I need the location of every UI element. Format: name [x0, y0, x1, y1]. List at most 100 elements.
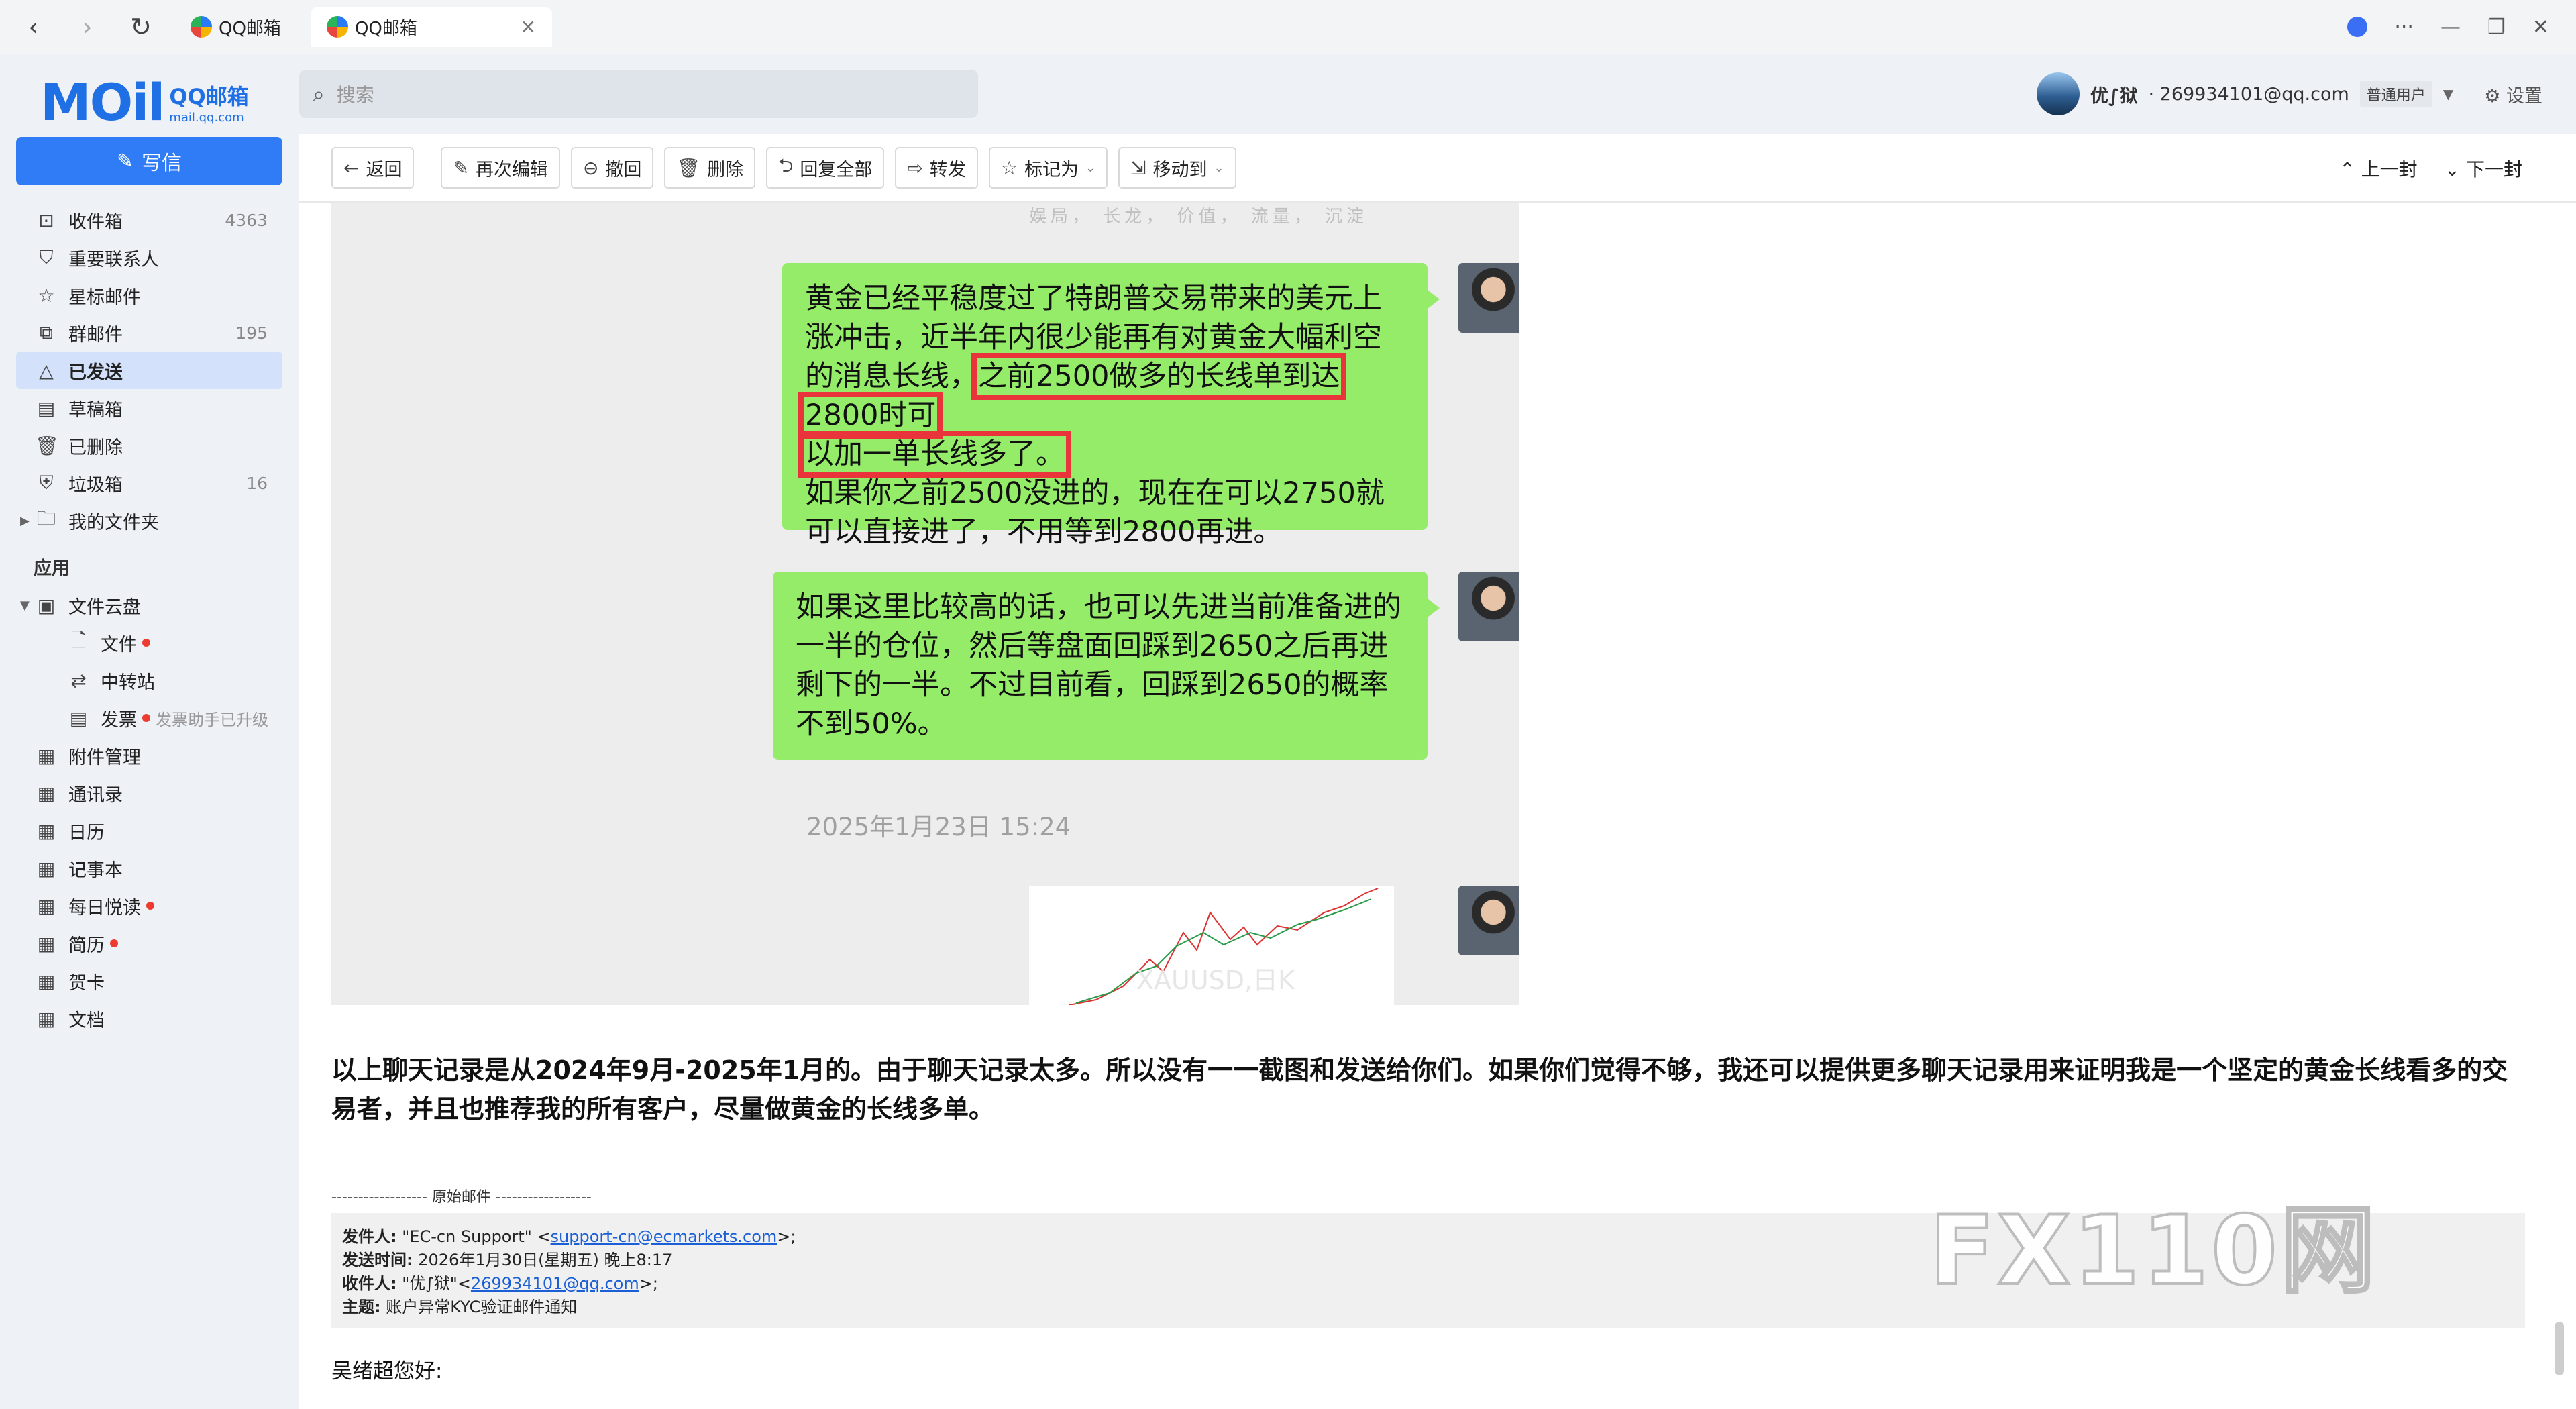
app-label: 每日悦读 — [68, 897, 141, 919]
close-window-icon[interactable]: ✕ — [2532, 15, 2549, 39]
app-docs[interactable]: ▦ 文档 — [16, 1000, 282, 1037]
folder-sent[interactable]: △ 已发送 — [16, 352, 282, 389]
app-calendar[interactable]: ▦ 日历 — [16, 812, 282, 849]
browser-tab[interactable]: QQ邮箱 — [174, 7, 297, 47]
folder-inbox[interactable]: ⊡ 收件箱 4363 — [16, 201, 282, 239]
folder-my-folders[interactable]: ▶ 🗀 我的文件夹 — [16, 502, 282, 539]
forward-arrow-icon[interactable]: › — [67, 7, 107, 47]
contacts-icon: ▦ — [37, 782, 56, 804]
app-label: 发票 — [101, 709, 137, 731]
close-tab-icon[interactable]: ✕ — [520, 16, 535, 38]
recall-button[interactable]: ⊖ 撤回 — [570, 147, 654, 189]
sidebar: MOil QQ邮箱 mail.qq.com ✎ 写信 ⊡ 收件箱 4363 ⛉ … — [0, 54, 299, 1409]
notification-dot — [142, 639, 150, 647]
scrollbar[interactable] — [2555, 1322, 2564, 1375]
account-badge: 普通用户 — [2359, 81, 2432, 107]
qq-mail-logo[interactable]: MOil QQ邮箱 mail.qq.com — [40, 72, 249, 132]
star-icon: ☆ — [38, 284, 55, 307]
original-mail-divider: ------------------ 原始邮件 ----------------… — [331, 1189, 592, 1206]
back-arrow-icon[interactable]: ‹ — [13, 7, 54, 47]
from-email-link[interactable]: support-cn@ecmarkets.com — [551, 1227, 777, 1246]
reload-icon[interactable]: ↻ — [121, 7, 161, 47]
calendar-icon: ▦ — [37, 819, 56, 842]
app-daily-reading[interactable]: ▦ 每日悦读 — [16, 887, 282, 925]
gear-icon: ⚙ — [2484, 85, 2501, 107]
folder-deleted[interactable]: 🗑 已删除 — [16, 427, 282, 464]
expand-caret-icon[interactable]: ▶ — [20, 514, 30, 528]
app-notes[interactable]: ▦ 记事本 — [16, 849, 282, 887]
resume-icon: ▦ — [37, 932, 56, 955]
back-button[interactable]: ← 返回 — [331, 147, 415, 189]
logo-domain: mail.qq.com — [169, 111, 244, 125]
chart-thumbnail-image: XAUUSD,日K — [1029, 886, 1394, 1005]
chevron-down-icon: ⌄ — [1214, 160, 1224, 175]
folder-spam[interactable]: ⛨ 垃圾箱 16 — [16, 464, 282, 502]
apps-section-title: 应用 — [34, 558, 70, 579]
folder-group-mail[interactable]: ⧉ 群邮件 195 — [16, 314, 282, 352]
folder-icon: 🗀 — [36, 507, 56, 529]
sent-icon: △ — [39, 359, 54, 382]
button-label: 移动到 — [1152, 159, 1208, 180]
reading-pane: ← 返回 ✎ 再次编辑 ⊖ 撤回 🗑 删除 ⮌ 回复全部 ⇨ 转发 ☆ 标记为 … — [299, 134, 2576, 1409]
mark-as-dropdown[interactable]: ☆ 标记为 ⌄ — [988, 147, 1108, 189]
chart-label: XAUUSD,日K — [1136, 966, 1295, 995]
app-resume[interactable]: ▦ 简历 — [16, 925, 282, 962]
minimize-icon[interactable]: — — [2440, 15, 2461, 39]
compose-button[interactable]: ✎ 写信 — [16, 137, 282, 185]
chat-timestamp: 2025年1月23日 15:24 — [806, 813, 1071, 841]
chat-avatar — [1458, 263, 1519, 333]
prev-mail-button[interactable]: ⌃ 上一封 — [2339, 155, 2417, 182]
folder-count: 4363 — [225, 210, 268, 230]
invoice-icon: ▤ — [69, 707, 88, 729]
reply-all-button[interactable]: ⮌ 回复全部 — [765, 147, 885, 189]
chat-text: 如果你之前2500没进的，现在在可以2750就可以直接进了，不用等到2800再进… — [805, 476, 1385, 549]
app-invoice[interactable]: ▤ 发票 发票助手已升级 — [16, 699, 282, 737]
app-greeting-card[interactable]: ▦ 贺卡 — [16, 962, 282, 1000]
card-icon: ▦ — [37, 970, 56, 992]
mail-pager: ⌃ 上一封 ⌄ 下一封 — [2339, 134, 2522, 203]
reedit-button[interactable]: ✎ 再次编辑 — [441, 147, 560, 189]
label: 收件人: — [342, 1274, 397, 1293]
folder-important-contacts[interactable]: ⛉ 重要联系人 — [16, 239, 282, 276]
restore-icon[interactable]: ❐ — [2487, 15, 2506, 39]
folder-starred[interactable]: ☆ 星标邮件 — [16, 276, 282, 314]
chat-bubble-1: 黄金已经平稳度过了特朗普交易带来的美元上涨冲击，近半年内很少能再有对黄金大幅利空… — [782, 263, 1440, 549]
docs-icon: ▦ — [37, 1007, 56, 1030]
browser-tab-active[interactable]: QQ邮箱 ✕ — [310, 7, 552, 47]
extension-icon[interactable] — [2347, 17, 2368, 37]
app-cloud-drive[interactable]: ▼ ▣ 文件云盘 — [16, 586, 282, 624]
to-email-link[interactable]: 269934101@qq.com — [471, 1274, 639, 1293]
shield-icon: ⛨ — [39, 472, 54, 494]
search-input[interactable]: ⌕ 搜索 — [299, 70, 978, 118]
folder-label: 星标邮件 — [68, 286, 141, 308]
folder-label: 收件箱 — [68, 211, 123, 233]
app-files[interactable]: 🗋 文件 — [16, 624, 282, 662]
delete-button[interactable]: 🗑 删除 — [664, 147, 755, 189]
move-to-dropdown[interactable]: ⇲ 移动到 ⌄ — [1118, 147, 1236, 189]
app-transfer[interactable]: ⇄ 中转站 — [16, 662, 282, 699]
next-mail-button[interactable]: ⌄ 下一封 — [2445, 155, 2522, 182]
transfer-icon: ⇄ — [70, 669, 87, 692]
more-menu-icon[interactable]: ··· — [2394, 15, 2414, 39]
value: "优∫狱"< — [396, 1274, 471, 1293]
app-label: 中转站 — [101, 672, 155, 693]
folder-count: 195 — [235, 323, 268, 343]
mail-toolbar: ← 返回 ✎ 再次编辑 ⊖ 撤回 🗑 删除 ⮌ 回复全部 ⇨ 转发 ☆ 标记为 … — [299, 134, 2576, 203]
file-icon: 🗋 — [70, 629, 87, 651]
settings-button[interactable]: ⚙ 设置 — [2484, 81, 2542, 107]
chevron-down-icon: ⌄ — [2444, 158, 2461, 180]
avatar[interactable] — [2037, 72, 2080, 115]
app-attachments[interactable]: ▦ 附件管理 — [16, 737, 282, 774]
button-label: 返回 — [366, 159, 402, 180]
folder-drafts[interactable]: ▤ 草稿箱 — [16, 389, 282, 427]
fx110-watermark: FX110网 — [1928, 1194, 2378, 1308]
folder-label: 垃圾箱 — [68, 474, 123, 496]
collapse-caret-icon[interactable]: ▼ — [20, 598, 30, 613]
forward-button[interactable]: ⇨ 转发 — [895, 147, 978, 189]
chevron-down-icon[interactable]: ▼ — [2443, 86, 2453, 102]
cloud-drive-icon: ▣ — [37, 594, 56, 617]
trash-icon: 🗑 — [676, 156, 700, 179]
app-contacts[interactable]: ▦ 通讯录 — [16, 774, 282, 812]
user-name[interactable]: 优∫狱 — [2090, 81, 2137, 107]
folder-label: 我的文件夹 — [68, 512, 159, 533]
